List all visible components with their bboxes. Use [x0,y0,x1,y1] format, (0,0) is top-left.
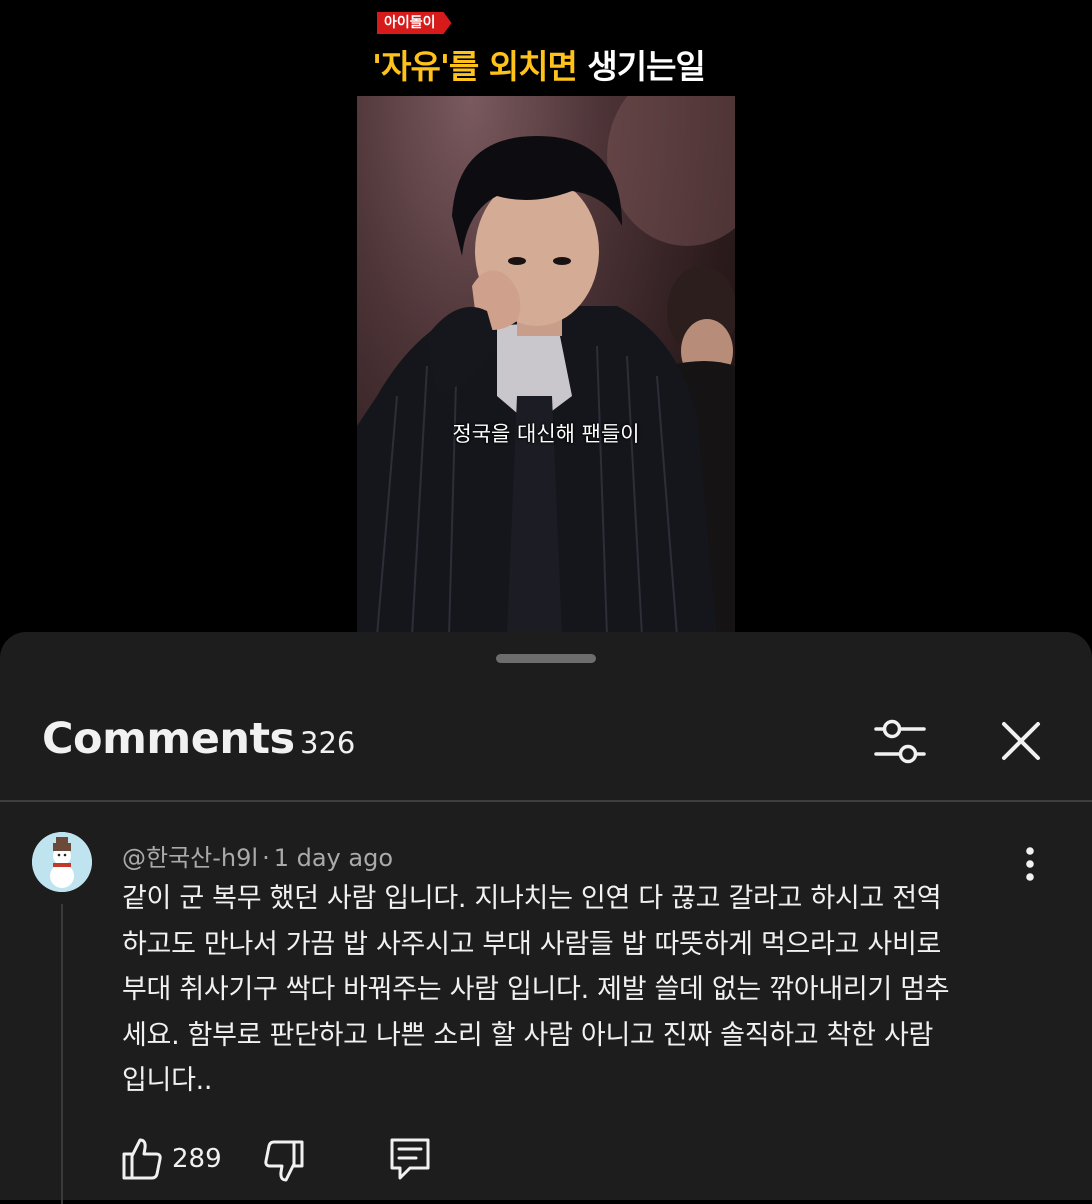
reply-icon [390,1138,430,1180]
comments-header: Comments 326 [0,692,1092,802]
close-icon [1002,722,1040,760]
comment-text: 같이 군 복무 했던 사람 입니다. 지나치는 인연 다 끊고 갈라고 하시고 … [122,876,1022,1104]
snowman-avatar-icon [32,832,92,892]
close-button[interactable] [996,716,1046,766]
like-count: 289 [172,1144,222,1174]
video-player[interactable]: 아이돌이 '자유'를 외치면 생기는일 정국을 대신해 팬들이 [0,0,1092,640]
comments-title: Comments [42,714,295,764]
reply-button[interactable] [388,1132,432,1186]
performer-figure [357,96,735,636]
drag-handle[interactable] [496,654,596,663]
header-divider [0,800,1092,802]
dislike-button[interactable] [262,1132,306,1186]
meta-separator: · [262,844,270,872]
comment-line: 세요. 함부로 판단하고 나쁜 소리 할 사람 아니고 진짜 솔직하고 착한 사… [122,1019,934,1051]
like-button[interactable] [120,1132,164,1186]
video-title-highlight: '자유'를 외치면 [372,47,578,86]
sort-filter-button[interactable] [870,714,930,770]
comment-line: 입니다.. [122,1065,213,1096]
comment-line: 하고도 만나서 가끔 밥 사주시고 부대 사람들 밥 따뜻하게 먹으라고 사비로 [122,928,942,960]
thumbs-down-icon [264,1140,304,1182]
comment-author[interactable]: @한국산-h9l [122,844,258,872]
video-tag: 아이돌이 [377,12,452,34]
video-title: '자유'를 외치면 생기는일 [372,40,752,88]
comment-actions: 289 [120,1132,720,1192]
sliders-icon [874,719,926,764]
video-title-rest: 생기는일 [587,47,705,86]
comment-time: 1 day ago [273,844,393,872]
thread-line [61,904,63,1204]
comment-line: 같이 군 복무 했던 사람 입니다. 지나치는 인연 다 끊고 갈라고 하시고 … [122,883,942,914]
comments-sheet: Comments 326 @한국산-h9l · 1 day ago 같이 군 복… [0,632,1092,1204]
comments-count: 326 [300,726,356,760]
avatar[interactable] [32,832,92,892]
video-frame[interactable]: 정국을 대신해 팬들이 [357,96,735,636]
thumbs-up-icon [122,1138,162,1180]
comment-meta: @한국산-h9l · 1 day ago [122,838,393,873]
comment-line: 부대 취사기구 싹다 바꿔주는 사람 입니다. 제발 쓸데 없는 깎아내리기 멈… [122,974,950,1005]
video-subtitle: 정국을 대신해 팬들이 [452,422,640,446]
